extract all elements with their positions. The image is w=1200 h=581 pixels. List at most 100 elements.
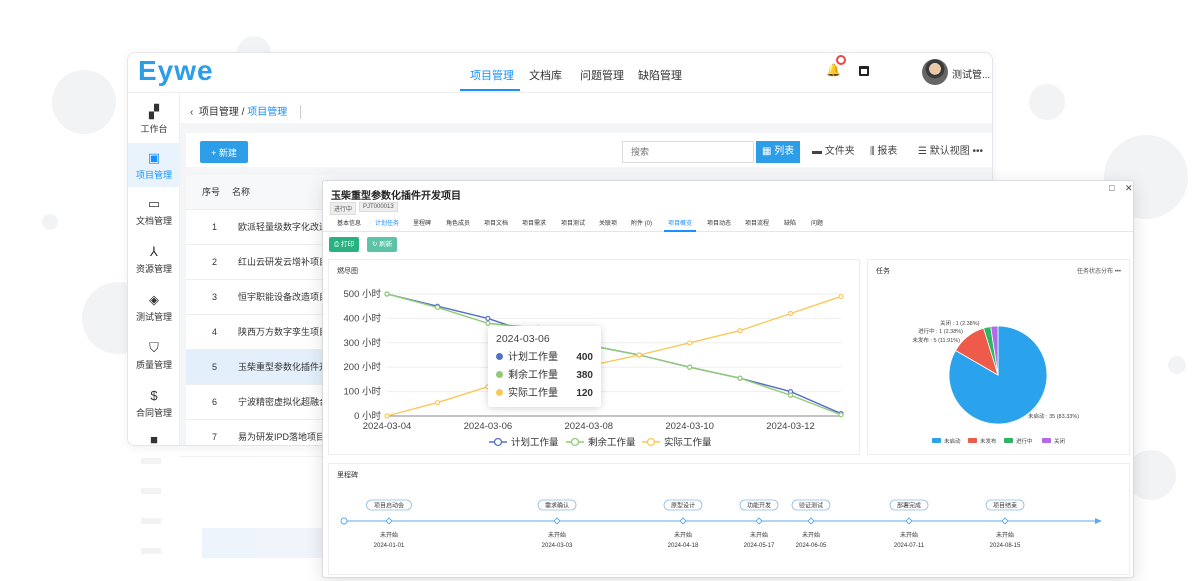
- milestone-name: 原型设计: [671, 502, 695, 510]
- sidebar-item-docs[interactable]: ▭ 文档管理: [128, 197, 180, 231]
- milestone-marker[interactable]: [385, 517, 393, 525]
- x-tick-label: 2024-03-08: [564, 421, 613, 432]
- legend-swatch[interactable]: [932, 438, 941, 443]
- milestone-marker[interactable]: [905, 517, 913, 525]
- milestone-marker[interactable]: [807, 517, 815, 525]
- view-report-button[interactable]: ⫼ 报表: [866, 141, 897, 163]
- legend-label[interactable]: 未启动: [944, 437, 961, 445]
- row-name[interactable]: 玉柴重型参数化插件开: [238, 350, 324, 385]
- data-point[interactable]: [384, 291, 390, 297]
- user-name[interactable]: 测试管...: [952, 66, 990, 81]
- milestone-marker[interactable]: [553, 517, 561, 525]
- tab-defects[interactable]: 缺陷: [784, 218, 796, 227]
- nav-item-issues[interactable]: 问题管理: [580, 67, 624, 83]
- legend-label[interactable]: 未发布: [980, 437, 997, 445]
- search-input[interactable]: [622, 141, 754, 163]
- tab-requirements[interactable]: 项目需求: [522, 218, 546, 227]
- legend-marker[interactable]: [646, 437, 656, 447]
- tab-related[interactable]: 关联项: [599, 218, 617, 227]
- legend-label[interactable]: 实际工作量: [664, 437, 712, 449]
- data-point[interactable]: [485, 315, 491, 322]
- new-button[interactable]: + 新建: [200, 141, 248, 163]
- sidebar-item-testing[interactable]: ◈ 测试管理: [128, 293, 180, 327]
- row-name[interactable]: 恒宇职能设备改造项目: [238, 280, 324, 315]
- sidebar-item-label: 质量管理: [135, 360, 172, 370]
- data-point[interactable]: [485, 320, 491, 326]
- sidebar-item-contract[interactable]: $ 合同管理: [128, 389, 180, 423]
- legend-marker[interactable]: [570, 437, 580, 447]
- legend-label[interactable]: 剩余工作量: [588, 437, 636, 449]
- breadcrumb-current: 项目管理: [247, 107, 288, 118]
- tab-overview[interactable]: 项目概览: [668, 218, 692, 227]
- tooltip-value: 380: [576, 370, 593, 381]
- nav-item-defects[interactable]: 缺陷管理: [638, 67, 682, 83]
- row-name[interactable]: 欧派轻量级数字化改造: [238, 210, 324, 245]
- close-icon[interactable]: ✕: [1125, 183, 1133, 194]
- data-point[interactable]: [787, 310, 794, 317]
- legend-label[interactable]: 计划工作量: [511, 437, 559, 449]
- tab-plan-tasks[interactable]: 计划任务: [375, 218, 399, 227]
- row-name[interactable]: 红山云研发云增补项目: [238, 245, 324, 280]
- tab-attachments[interactable]: 附件 (0): [631, 218, 652, 227]
- sidebar-item-video[interactable]: ■: [128, 433, 180, 446]
- data-point[interactable]: [384, 413, 390, 419]
- tab-testing[interactable]: 项目测试: [561, 218, 585, 227]
- row-name[interactable]: 宁波精密虚拟化超融合: [238, 385, 324, 420]
- avatar[interactable]: [922, 59, 948, 85]
- data-point[interactable]: [636, 352, 642, 358]
- tab-basic-info[interactable]: 基本信息: [337, 218, 361, 227]
- print-button[interactable]: ⎙ 打印: [329, 237, 360, 252]
- data-point[interactable]: [687, 364, 693, 370]
- legend-swatch[interactable]: [1042, 438, 1051, 443]
- sidebar-item-workbench[interactable]: ▞ 工作台: [128, 103, 180, 137]
- milestone-date: 2024-06-05: [796, 543, 827, 549]
- data-point[interactable]: [737, 327, 743, 334]
- data-point[interactable]: [434, 304, 441, 311]
- row-name[interactable]: 易为研发IPD落地项目: [238, 420, 324, 445]
- legend-swatch[interactable]: [1004, 438, 1013, 443]
- view-folder-button[interactable]: ▬ 文件夹: [808, 141, 855, 163]
- data-point[interactable]: [737, 375, 743, 381]
- maximize-icon[interactable]: □: [1109, 183, 1114, 193]
- tab-documents[interactable]: 项目文档: [484, 218, 508, 227]
- tooltip-dot: [496, 353, 503, 360]
- legend-label[interactable]: 关闭: [1054, 437, 1065, 445]
- legend-swatch[interactable]: [968, 438, 977, 443]
- data-point[interactable]: [787, 392, 794, 398]
- milestone-status: 未开始: [548, 531, 566, 539]
- tab-activity[interactable]: 项目动态: [707, 218, 731, 227]
- data-point[interactable]: [838, 412, 844, 418]
- breadcrumb-parent[interactable]: 项目管理: [199, 107, 239, 118]
- view-list-button[interactable]: ▦ 列表: [756, 141, 801, 163]
- app-logo[interactable]: Eywe: [138, 55, 214, 87]
- milestone-marker[interactable]: [1001, 517, 1009, 525]
- milestone-marker[interactable]: [755, 517, 763, 525]
- data-point[interactable]: [687, 340, 693, 346]
- legend-marker[interactable]: [493, 437, 503, 447]
- data-point[interactable]: [434, 399, 441, 406]
- nav-item-docs[interactable]: 文档库: [529, 67, 562, 83]
- tab-workflow[interactable]: 项目流程: [745, 218, 769, 227]
- legend-label[interactable]: 进行中: [1016, 437, 1033, 445]
- sidebar-item-resources[interactable]: ⅄ 资源管理: [128, 245, 180, 279]
- milestone-date: 2024-08-15: [990, 543, 1021, 549]
- data-point[interactable]: [838, 293, 844, 300]
- milestone-name: 项目结束: [993, 502, 1017, 510]
- calendar-icon[interactable]: [859, 66, 869, 76]
- refresh-button[interactable]: ↻ 刷新: [367, 237, 398, 252]
- row-name[interactable]: 陕西万方数字孪生项目: [238, 315, 324, 350]
- sidebar-item-project[interactable]: ▣ 项目管理: [128, 143, 180, 187]
- tab-issues[interactable]: 问题: [811, 218, 823, 227]
- bell-icon[interactable]: 🔔: [826, 63, 841, 77]
- tab-milestones[interactable]: 里程碑: [413, 218, 431, 227]
- breadcrumb: ‹ 项目管理 / 项目管理: [180, 93, 992, 123]
- pie-label: 进行中 : 1 (2.38%): [918, 327, 963, 335]
- back-chevron-icon[interactable]: ‹: [190, 107, 196, 118]
- task-pie-chart: 未启动 : 35 (83.33%) 未发布 : 5 (11.91%)进行中 : 1…: [912, 319, 1079, 445]
- nav-item-project[interactable]: 项目管理: [470, 67, 514, 83]
- default-view-button[interactable]: ☰ 默认视图 •••: [914, 141, 983, 163]
- tooltip-row: 剩余工作量 380: [496, 367, 593, 385]
- milestone-marker[interactable]: [679, 517, 687, 525]
- tab-members[interactable]: 角色成员: [446, 218, 470, 227]
- sidebar-item-quality[interactable]: ⛉ 质量管理: [128, 341, 180, 375]
